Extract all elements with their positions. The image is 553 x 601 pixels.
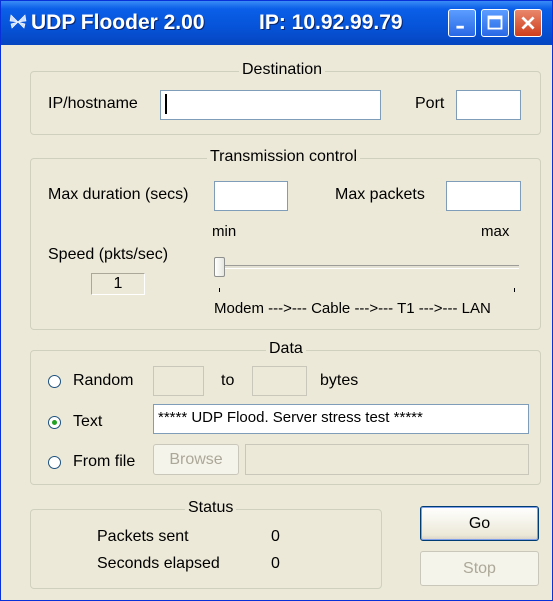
window-title: UDP Flooder 2.00: [31, 11, 205, 34]
speed-value-display: 1: [91, 273, 145, 295]
random-label[interactable]: Random: [73, 372, 133, 390]
title-bar[interactable]: UDP Flooder 2.00 IP: 10.92.99.79: [1, 1, 552, 45]
bytes-label: bytes: [320, 372, 359, 389]
file-path-input[interactable]: [245, 444, 529, 475]
udp-flooder-window: UDP Flooder 2.00 IP: 10.92.99.79 Destina…: [0, 0, 553, 601]
text-caret: [165, 94, 167, 115]
maximize-button[interactable]: [481, 9, 509, 37]
max-packets-input[interactable]: [446, 181, 521, 211]
transmission-control-legend: Transmission control: [207, 148, 361, 166]
speed-label: Speed (pkts/sec): [48, 246, 169, 263]
max-duration-input[interactable]: [214, 181, 288, 211]
slider-max-label: max: [481, 223, 510, 240]
random-radio[interactable]: [48, 375, 61, 388]
status-legend: Status: [185, 499, 237, 517]
close-button[interactable]: [514, 9, 542, 37]
max-packets-label: Max packets: [335, 186, 425, 203]
speed-slider-thumb[interactable]: [214, 257, 225, 277]
app-butterfly-icon: [9, 14, 27, 29]
to-label: to: [221, 372, 235, 389]
ip-hostname-label: IP/hostname: [48, 95, 138, 112]
slider-scale-label: Modem --->--- Cable --->--- T1 --->--- L…: [214, 300, 491, 317]
minimize-icon: [456, 25, 464, 29]
ip-hostname-input[interactable]: [160, 90, 381, 120]
random-from-input[interactable]: [153, 366, 204, 396]
port-input[interactable]: [456, 90, 521, 120]
seconds-elapsed-value: 0: [271, 555, 280, 572]
max-duration-label: Max duration (secs): [48, 186, 189, 203]
browse-button[interactable]: Browse: [153, 444, 239, 475]
slider-tick-min: [219, 288, 220, 292]
packets-sent-value: 0: [271, 528, 280, 545]
text-radio[interactable]: [48, 416, 61, 429]
status-group: [30, 509, 382, 589]
maximize-icon: [487, 15, 503, 30]
packets-sent-label: Packets sent: [97, 528, 189, 545]
random-to-input[interactable]: [252, 366, 307, 396]
close-icon: [521, 16, 535, 30]
go-button[interactable]: Go: [420, 506, 539, 541]
speed-slider-track[interactable]: [214, 265, 519, 269]
data-legend: Data: [266, 340, 306, 358]
minimize-button[interactable]: [448, 9, 476, 37]
text-label[interactable]: Text: [73, 413, 102, 431]
port-label: Port: [415, 95, 445, 112]
window-ip-label: IP: 10.92.99.79: [259, 11, 403, 34]
stop-button[interactable]: Stop: [420, 551, 539, 586]
seconds-elapsed-label: Seconds elapsed: [97, 555, 220, 572]
from-file-label[interactable]: From file: [73, 453, 135, 471]
slider-min-label: min: [212, 223, 237, 240]
slider-tick-max: [514, 288, 515, 292]
from-file-radio[interactable]: [48, 456, 61, 469]
text-payload-input[interactable]: ***** UDP Flood. Server stress test ****…: [153, 404, 529, 434]
destination-legend: Destination: [239, 61, 326, 79]
